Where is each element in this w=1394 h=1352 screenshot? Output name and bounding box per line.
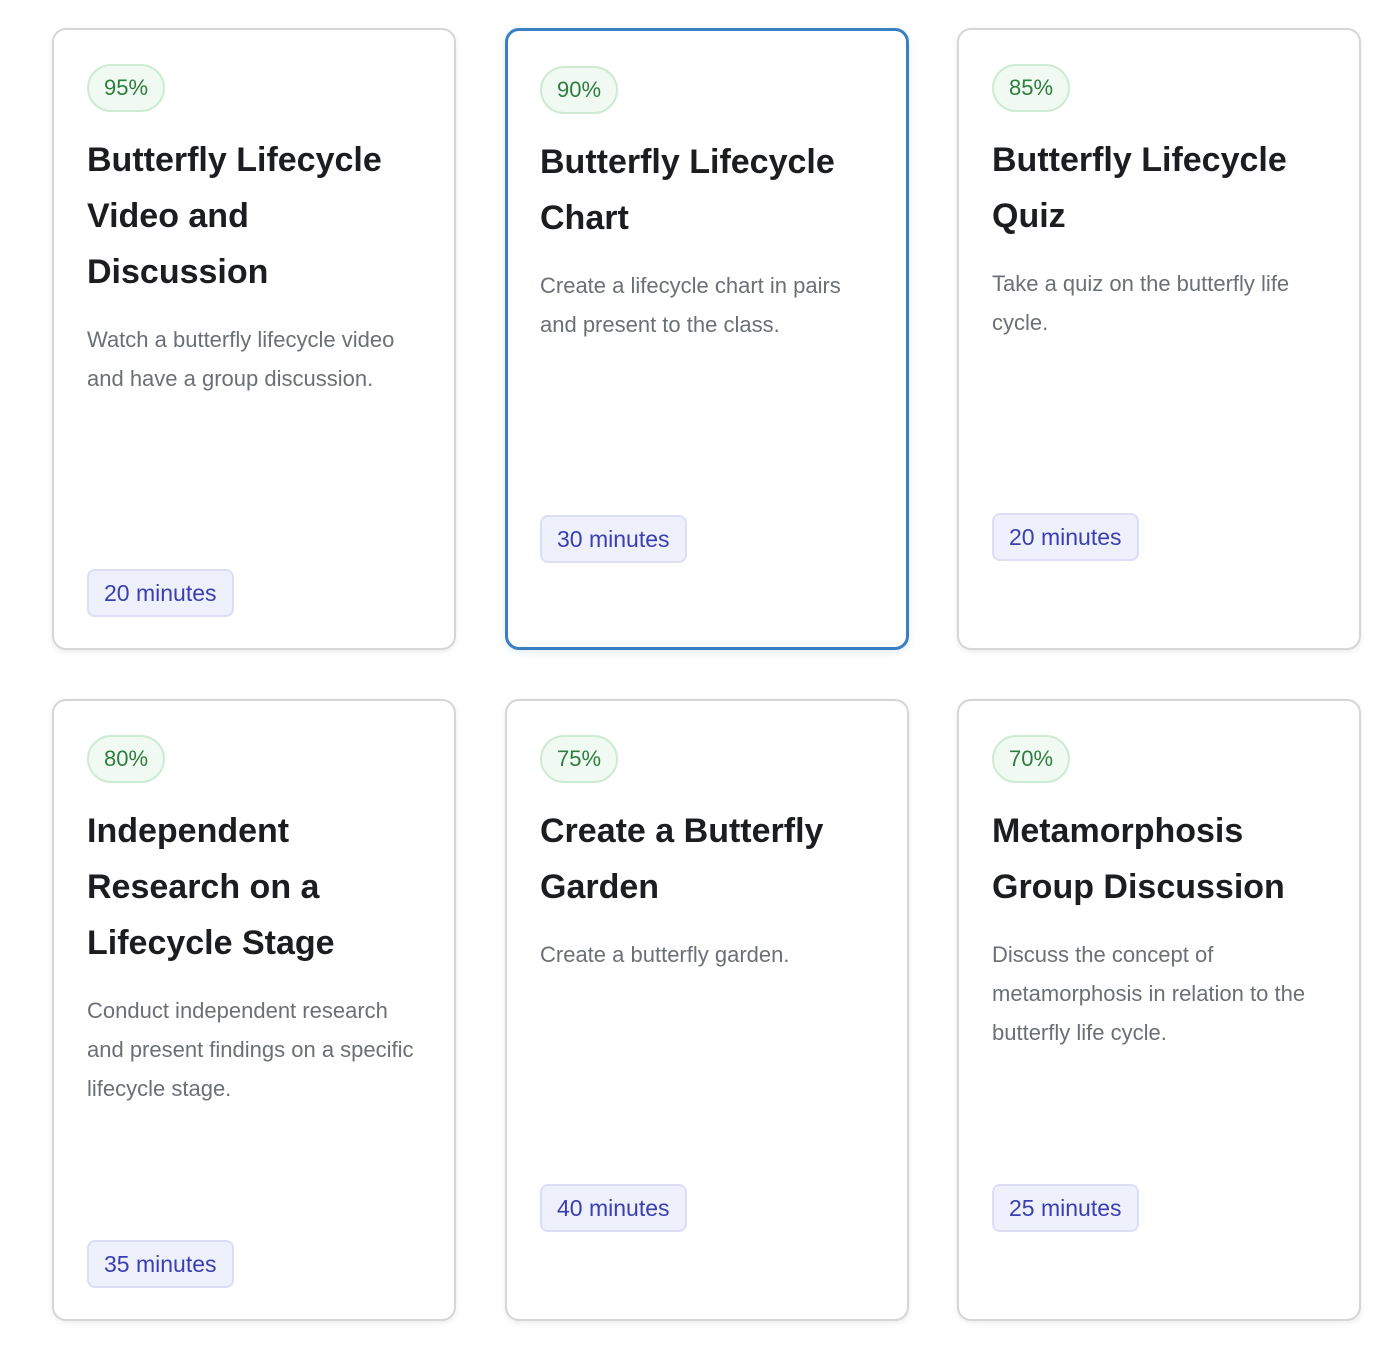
activity-card-selected[interactable]: 90% Butterfly Lifecycle Chart Create a l… bbox=[505, 28, 909, 650]
activity-card-grid: 95% Butterfly Lifecycle Video and Discus… bbox=[0, 0, 1394, 1352]
match-score-badge: 95% bbox=[87, 64, 166, 112]
activity-title: Butterfly Lifecycle Video and Discussion bbox=[87, 141, 382, 291]
duration-badge: 30 minutes bbox=[540, 515, 687, 563]
activity-title: Butterfly Lifecycle Quiz bbox=[992, 141, 1287, 235]
activity-title: Metamorphosis Group Discussion bbox=[992, 812, 1285, 906]
activity-description: Conduct independent research and present… bbox=[87, 998, 414, 1101]
match-score-badge: 70% bbox=[992, 735, 1071, 783]
activity-description: Create a butterfly garden. bbox=[540, 942, 790, 967]
activity-card[interactable]: 85% Butterfly Lifecycle Quiz Take a quiz… bbox=[957, 28, 1361, 650]
activity-description: Discuss the concept of metamorphosis in … bbox=[992, 942, 1306, 1045]
duration-badge: 20 minutes bbox=[87, 569, 234, 617]
match-score-badge: 75% bbox=[540, 735, 619, 783]
duration-badge: 20 minutes bbox=[992, 513, 1139, 561]
activity-description: Watch a butterfly lifecycle video and ha… bbox=[87, 327, 395, 391]
duration-badge: 25 minutes bbox=[992, 1184, 1139, 1232]
duration-badge: 40 minutes bbox=[540, 1184, 687, 1232]
activity-title: Create a Butterfly Garden bbox=[540, 812, 824, 906]
match-score-badge: 85% bbox=[992, 64, 1071, 112]
activity-title: Independent Research on a Lifecycle Stag… bbox=[87, 812, 335, 962]
activity-card[interactable]: 95% Butterfly Lifecycle Video and Discus… bbox=[52, 28, 456, 650]
match-score-badge: 80% bbox=[87, 735, 166, 783]
activity-title: Butterfly Lifecycle Chart bbox=[540, 143, 835, 237]
duration-badge: 35 minutes bbox=[87, 1240, 234, 1288]
match-score-badge: 90% bbox=[540, 66, 619, 114]
activity-description: Create a lifecycle chart in pairs and pr… bbox=[540, 273, 841, 337]
activity-card[interactable]: 75% Create a Butterfly Garden Create a b… bbox=[505, 699, 909, 1321]
activity-card[interactable]: 70% Metamorphosis Group Discussion Discu… bbox=[957, 699, 1361, 1321]
activity-card[interactable]: 80% Independent Research on a Lifecycle … bbox=[52, 699, 456, 1321]
activity-description: Take a quiz on the butterfly life cycle. bbox=[992, 271, 1290, 335]
